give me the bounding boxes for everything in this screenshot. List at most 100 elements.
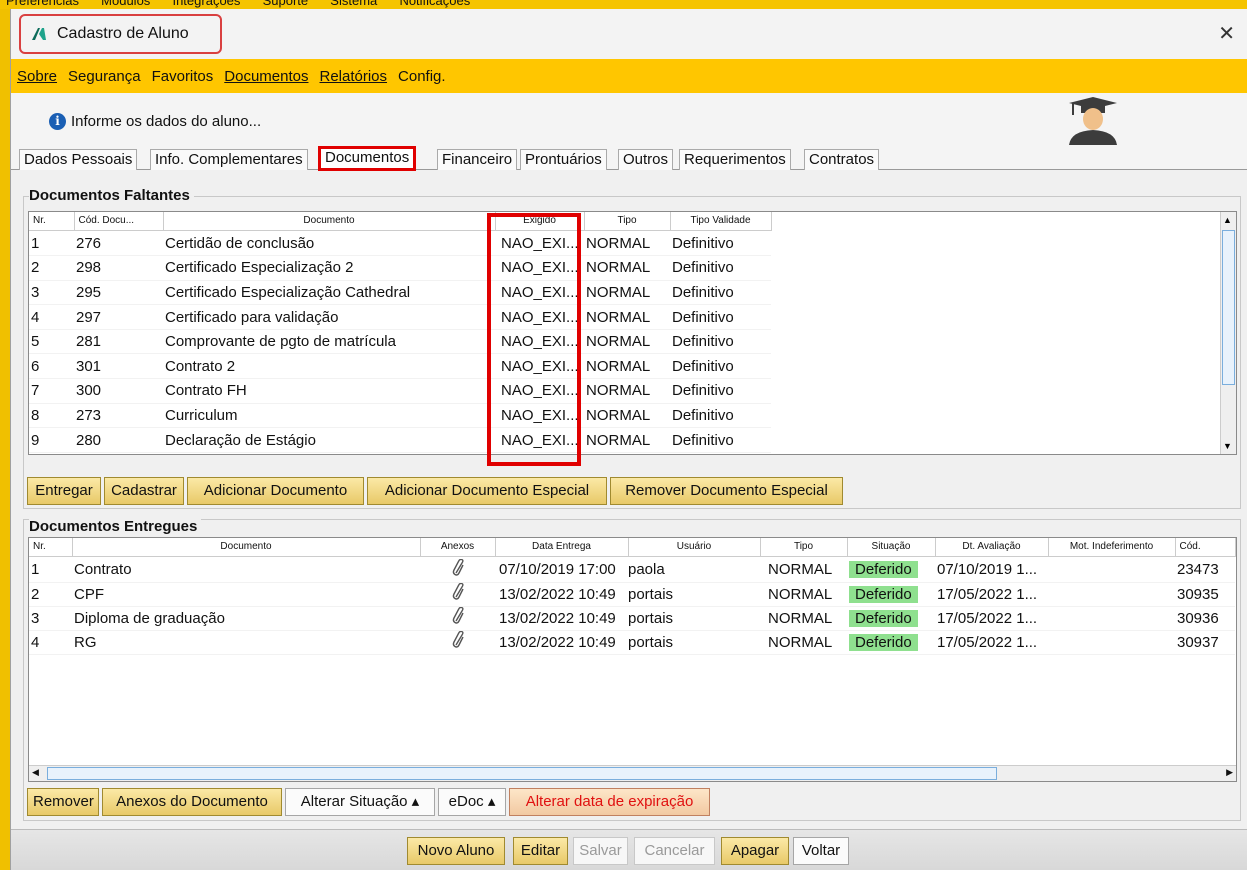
cell-documento: Contrato 2	[163, 353, 495, 380]
menu-sobre[interactable]: Sobre	[17, 68, 57, 85]
tab-dados-pessoais[interactable]: Dados Pessoais	[19, 149, 138, 170]
menu-favoritos[interactable]: Favoritos	[152, 68, 214, 85]
table-row[interactable]: 4 297 Certificado para validação NAO_EXI...…	[29, 304, 771, 330]
menu-documentos[interactable]: Documentos	[224, 68, 308, 85]
paperclip-icon[interactable]	[420, 558, 495, 583]
tab-outros[interactable]: Outros	[618, 149, 674, 170]
menu-config[interactable]: Config.	[398, 68, 446, 85]
col-exigido[interactable]: Exigido	[495, 212, 585, 231]
col-tipo[interactable]: Tipo	[760, 538, 848, 557]
app-menubar: Preferências Módulos Integrações Suporte…	[0, 0, 1247, 9]
table-header: Nr. Documento Anexos Data Entrega Usuári…	[29, 538, 1236, 557]
cell-exigido: NAO_EXI...	[495, 378, 584, 404]
table-row[interactable]: 2 298 Certificado Especialização 2 NAO_EXI.…	[29, 255, 771, 281]
tab-bar: Dados Pessoais Info. Complementares Docu…	[11, 146, 1247, 171]
cell-exigido: NAO_EXI...	[495, 427, 584, 453]
table-row[interactable]: 7 300 Contrato FH NAO_EXI... NORMAL Definitiv…	[29, 378, 771, 404]
menu-suporte[interactable]: Suporte	[263, 0, 309, 8]
adicionar-documento-button[interactable]: Adicionar Documento	[187, 477, 364, 505]
cell-exigido: NAO_EXI...	[495, 255, 584, 281]
cell-cod: 280	[74, 427, 163, 453]
col-nr[interactable]: Nr.	[29, 212, 75, 231]
remover-button[interactable]: Remover	[27, 788, 99, 816]
cell-tipo: NORMAL	[760, 582, 847, 607]
app-logo-icon	[32, 28, 46, 40]
paperclip-icon[interactable]	[420, 582, 495, 607]
voltar-button[interactable]: Voltar	[793, 837, 849, 865]
table-row[interactable]: 1 276 Certidão de conclusão NAO_EXI... NORMA…	[29, 231, 771, 257]
table-row[interactable]: 3 295 Certificado Especialização Cathedral…	[29, 280, 771, 306]
paperclip-icon[interactable]	[420, 630, 495, 655]
tab-financeiro[interactable]: Financeiro	[437, 149, 518, 170]
col-cod[interactable]: Cód.	[1175, 538, 1236, 557]
status-badge: Deferido	[849, 585, 918, 603]
tab-documentos[interactable]: Documentos	[318, 146, 417, 171]
menu-seguranca[interactable]: Segurança	[68, 68, 141, 85]
novo-aluno-button[interactable]: Novo Aluno	[407, 837, 505, 865]
table-row[interactable]: 4 RG 13/02/2022 10:49 portais NORMAL Deferido…	[29, 630, 1235, 655]
col-usuario[interactable]: Usuário	[628, 538, 761, 557]
menu-preferencias[interactable]: Preferências	[6, 0, 79, 8]
col-documento[interactable]: Documento	[72, 538, 421, 557]
faltantes-vscroll[interactable]: ▲ ▼	[1220, 212, 1236, 454]
cell-tipo: NORMAL	[584, 378, 670, 404]
menu-integracoes[interactable]: Integrações	[172, 0, 240, 8]
cell-documento: Contrato FH	[163, 378, 495, 404]
adicionar-documento-especial-button[interactable]: Adicionar Documento Especial	[367, 477, 607, 505]
menu-sistema[interactable]: Sistema	[330, 0, 377, 8]
scroll-right-icon[interactable]: ▶	[1226, 767, 1233, 778]
col-tipo[interactable]: Tipo	[584, 212, 671, 231]
entregues-hscroll[interactable]: ◀ ▶	[29, 765, 1236, 781]
col-documento[interactable]: Documento	[163, 212, 496, 231]
remover-documento-especial-button[interactable]: Remover Documento Especial	[610, 477, 843, 505]
tab-requerimentos[interactable]: Requerimentos	[679, 149, 791, 170]
col-nr[interactable]: Nr.	[29, 538, 73, 557]
col-situacao[interactable]: Situação	[847, 538, 936, 557]
table-row[interactable]: 5 281 Comprovante de pgto de matrícula NAO_…	[29, 329, 771, 355]
scroll-thumb[interactable]	[47, 767, 997, 780]
scroll-thumb[interactable]	[1222, 230, 1235, 385]
close-icon[interactable]: ✕	[1218, 21, 1235, 46]
cell-data-entrega: 13/02/2022 10:49	[495, 582, 628, 607]
cell-exigido: NAO_EXI...	[495, 280, 584, 306]
cadastrar-button[interactable]: Cadastrar	[104, 477, 184, 505]
menu-modulos[interactable]: Módulos	[101, 0, 150, 8]
scroll-down-icon[interactable]: ▼	[1223, 441, 1232, 451]
cell-tipo-validade: Definitivo	[670, 427, 771, 453]
table-row[interactable]: 3 Diploma de graduação 13/02/2022 10:49 por…	[29, 606, 1235, 631]
table-row[interactable]: 2 CPF 13/02/2022 10:49 portais NORMAL Deferid…	[29, 582, 1235, 607]
table-row[interactable]: 8 273 Curriculum NAO_EXI... NORMAL Definitivo	[29, 403, 771, 429]
scroll-left-icon[interactable]: ◀	[32, 767, 39, 778]
editar-button[interactable]: Editar	[513, 837, 568, 865]
menu-relatorios[interactable]: Relatórios	[320, 68, 388, 85]
col-tipo-validade[interactable]: Tipo Validade	[670, 212, 772, 231]
table-row[interactable]: 6 301 Contrato 2 NAO_EXI... NORMAL Definitivo	[29, 353, 771, 380]
table-row[interactable]: 9 280 Declaração de Estágio NAO_EXI... NORMA…	[29, 427, 771, 453]
tab-prontuarios[interactable]: Prontuários	[520, 149, 607, 170]
status-badge: Deferido	[849, 609, 918, 627]
alterar-data-expiracao-button[interactable]: Alterar data de expiração	[509, 788, 710, 816]
edoc-dropdown[interactable]: eDoc ▴	[438, 788, 506, 816]
tab-info-complementares[interactable]: Info. Complementares	[150, 149, 308, 170]
alterar-situacao-dropdown[interactable]: Alterar Situação ▴	[285, 788, 435, 816]
col-anexos[interactable]: Anexos	[420, 538, 496, 557]
col-cod[interactable]: Cód. Docu...	[74, 212, 164, 231]
col-data-entrega[interactable]: Data Entrega	[495, 538, 629, 557]
entregues-header-table: Nr. Documento Anexos Data Entrega Usuári…	[29, 538, 1236, 557]
entregar-button[interactable]: Entregar	[27, 477, 101, 505]
anexos-documento-button[interactable]: Anexos do Documento	[102, 788, 282, 816]
table-row[interactable]: 1 Contrato 07/10/2019 17:00 paola NORMAL Defe…	[29, 558, 1235, 583]
apagar-button[interactable]: Apagar	[721, 837, 789, 865]
cell-tipo-validade: Definitivo	[670, 353, 771, 380]
col-mot-indeferimento[interactable]: Mot. Indeferimento	[1048, 538, 1176, 557]
cell-tipo-validade: Definitivo	[670, 329, 771, 355]
tab-contratos[interactable]: Contratos	[804, 149, 880, 170]
cell-documento: Diploma de graduação	[72, 606, 420, 631]
cell-documento: CPF	[72, 582, 420, 607]
scroll-up-icon[interactable]: ▲	[1223, 215, 1232, 225]
menu-notificacoes[interactable]: Notificações	[399, 0, 470, 8]
col-dt-avaliacao[interactable]: Dt. Avaliação	[935, 538, 1049, 557]
paperclip-icon[interactable]	[420, 606, 495, 631]
cell-cod: 301	[74, 353, 163, 380]
cell-tipo: NORMAL	[760, 630, 847, 655]
